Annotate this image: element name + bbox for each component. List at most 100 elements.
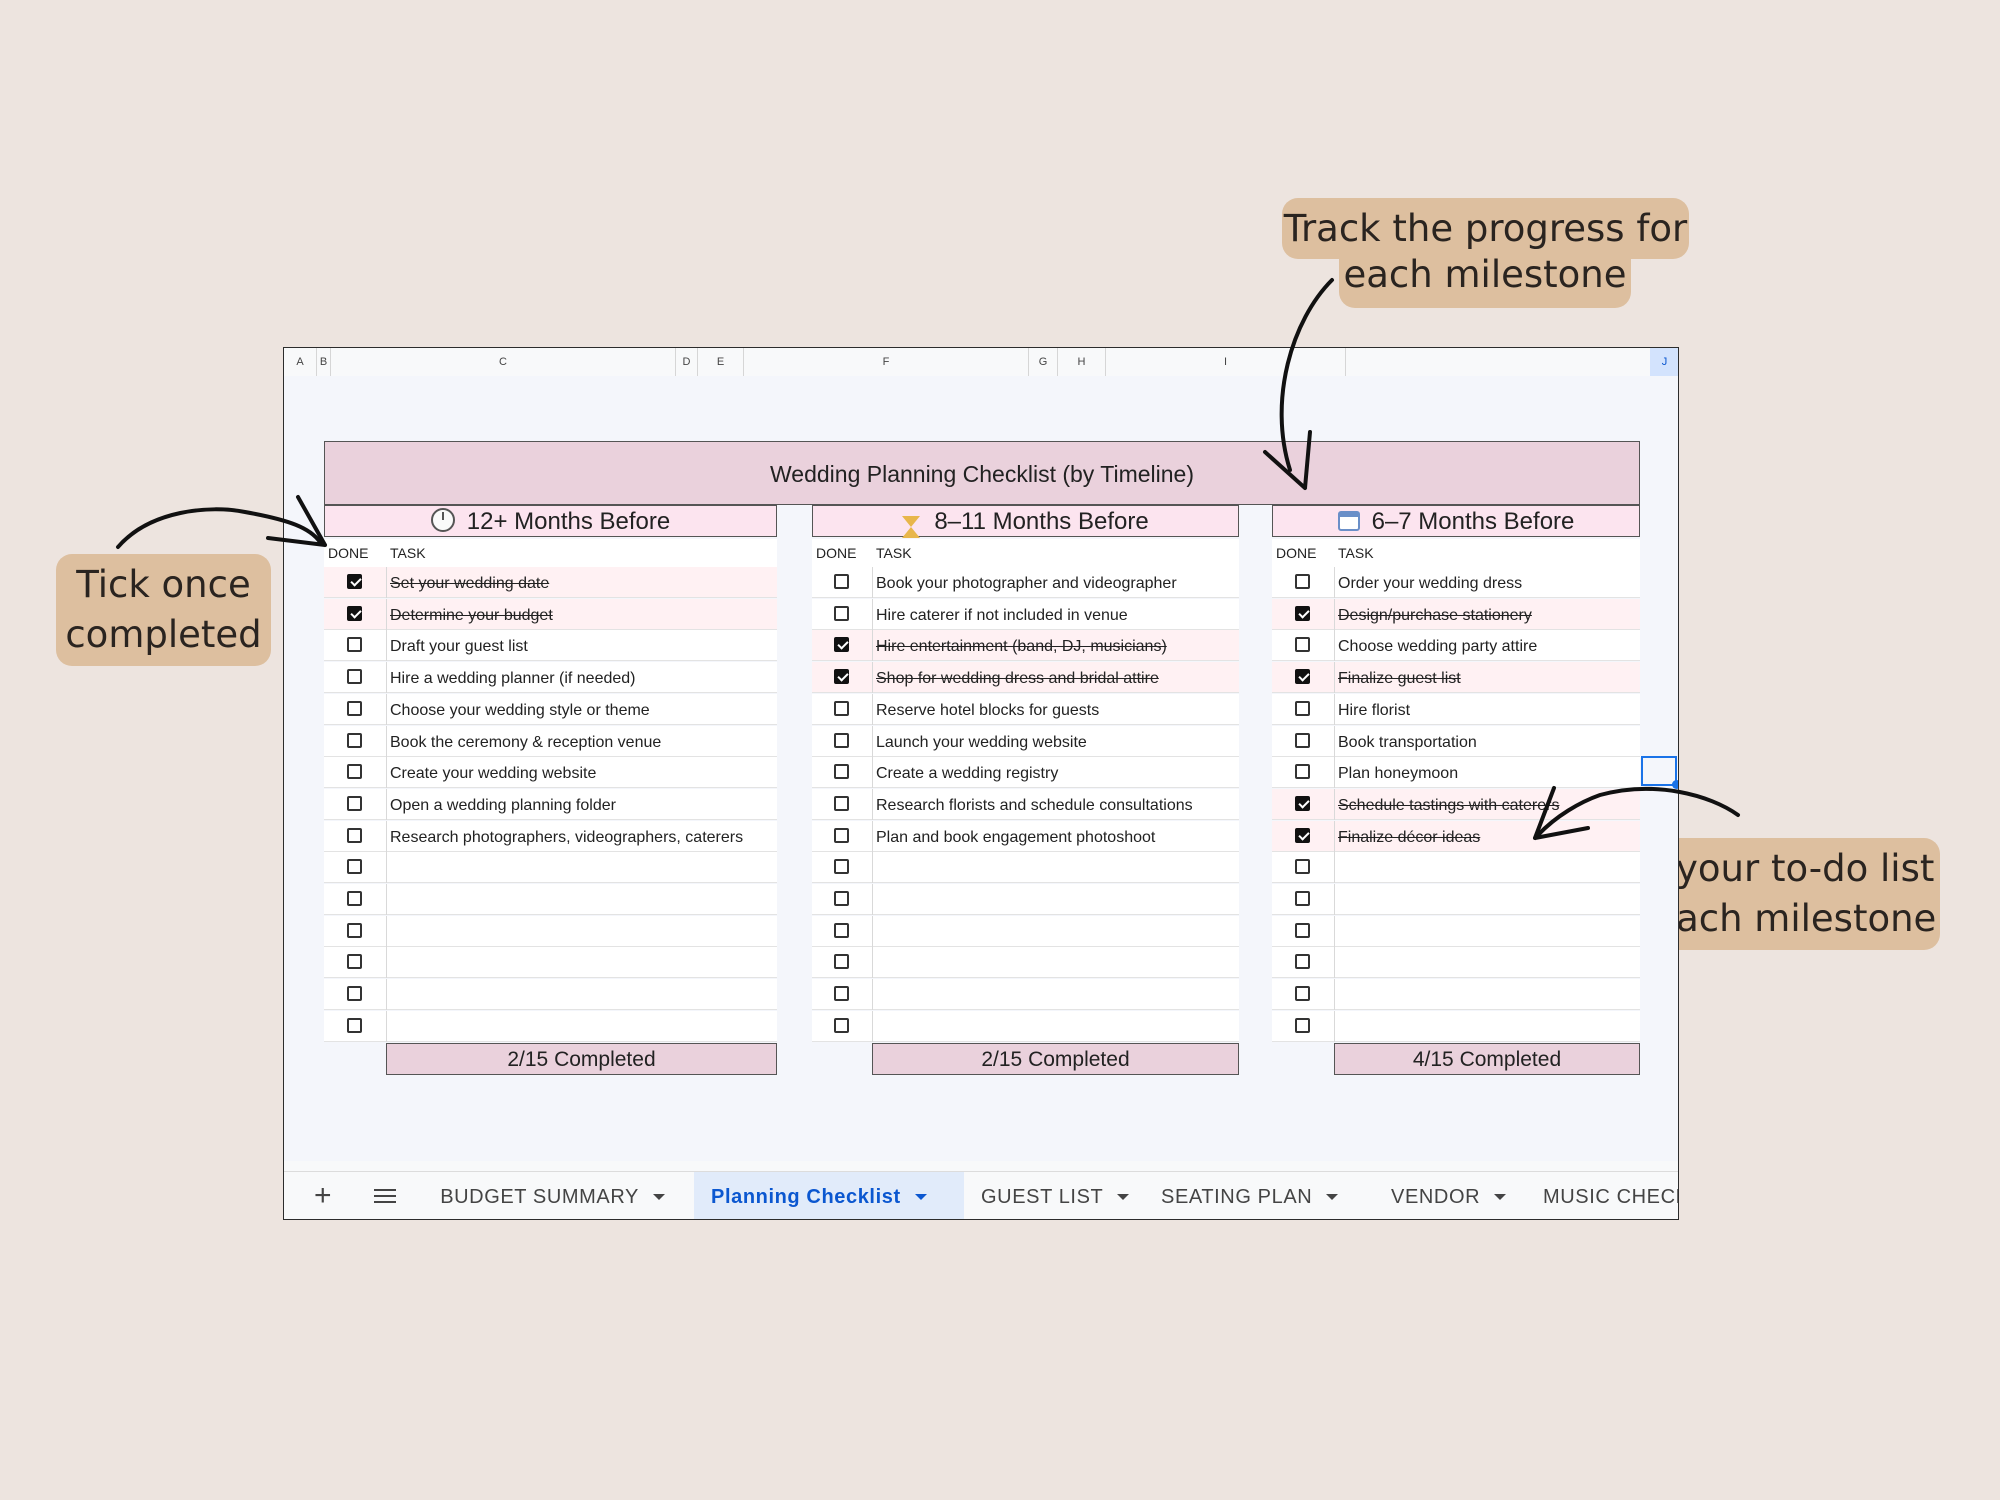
column-header-c[interactable]: C bbox=[331, 348, 676, 376]
task-cell[interactable]: Hire a wedding planner (if needed) bbox=[386, 662, 777, 693]
done-checkbox[interactable] bbox=[347, 764, 362, 780]
task-cell[interactable]: Finalize décor ideas bbox=[1334, 821, 1640, 852]
task-cell[interactable]: Order your wedding dress bbox=[1334, 567, 1640, 598]
done-checkbox[interactable] bbox=[1295, 859, 1310, 875]
tab-dropdown-icon[interactable] bbox=[1326, 1194, 1339, 1200]
done-checkbox[interactable] bbox=[834, 1017, 849, 1033]
task-cell[interactable]: Hire entertainment (band, DJ, musicians) bbox=[872, 630, 1239, 661]
done-checkbox[interactable] bbox=[347, 891, 362, 906]
task-cell[interactable] bbox=[872, 1011, 1239, 1042]
task-cell[interactable] bbox=[386, 852, 777, 883]
task-cell[interactable] bbox=[1334, 947, 1640, 978]
task-cell[interactable]: Shop for wedding dress and bridal attire bbox=[872, 662, 1239, 693]
sheet-tab[interactable]: Planning Checklist bbox=[694, 1172, 964, 1219]
task-cell[interactable] bbox=[386, 979, 777, 1010]
done-checkbox[interactable] bbox=[1295, 605, 1310, 621]
done-checkbox[interactable] bbox=[1295, 669, 1310, 685]
done-checkbox[interactable] bbox=[1295, 922, 1310, 938]
column-header-d[interactable]: D bbox=[676, 348, 698, 376]
done-checkbox[interactable] bbox=[347, 637, 362, 653]
task-cell[interactable]: Design/purchase stationery bbox=[1334, 599, 1640, 630]
task-cell[interactable] bbox=[872, 916, 1239, 947]
done-checkbox[interactable] bbox=[347, 1017, 362, 1033]
sheet-tab[interactable]: BUDGET SUMMARY bbox=[434, 1172, 689, 1219]
task-cell[interactable]: Research photographers, videographers, c… bbox=[386, 821, 777, 852]
done-checkbox[interactable] bbox=[834, 795, 849, 811]
done-checkbox[interactable] bbox=[1295, 732, 1310, 748]
task-cell[interactable] bbox=[872, 852, 1239, 883]
task-cell[interactable]: Book the ceremony & reception venue bbox=[386, 726, 777, 757]
column-header-h[interactable]: H bbox=[1058, 348, 1106, 376]
add-sheet-button[interactable]: + bbox=[314, 1172, 332, 1219]
task-cell[interactable] bbox=[386, 916, 777, 947]
done-checkbox[interactable] bbox=[1295, 954, 1310, 970]
tab-dropdown-icon[interactable] bbox=[1494, 1194, 1507, 1200]
task-cell[interactable]: Reserve hotel blocks for guests bbox=[872, 694, 1239, 725]
sheet-tab[interactable]: GUEST LIST bbox=[964, 1172, 1144, 1219]
column-header-f[interactable]: F bbox=[744, 348, 1029, 376]
all-sheets-menu-icon[interactable] bbox=[374, 1189, 396, 1205]
done-checkbox[interactable] bbox=[347, 954, 362, 970]
done-checkbox[interactable] bbox=[347, 827, 362, 843]
done-checkbox[interactable] bbox=[834, 637, 849, 653]
done-checkbox[interactable] bbox=[347, 605, 362, 621]
done-checkbox[interactable] bbox=[834, 605, 849, 621]
task-cell[interactable] bbox=[1334, 852, 1640, 883]
done-checkbox[interactable] bbox=[1295, 986, 1310, 1002]
task-cell[interactable] bbox=[1334, 916, 1640, 947]
task-cell[interactable] bbox=[872, 884, 1239, 915]
task-cell[interactable] bbox=[386, 1011, 777, 1042]
done-checkbox[interactable] bbox=[834, 764, 849, 780]
task-cell[interactable]: Create a wedding registry bbox=[872, 757, 1239, 788]
task-cell[interactable]: Choose your wedding style or theme bbox=[386, 694, 777, 725]
done-checkbox[interactable] bbox=[1295, 1017, 1310, 1033]
done-checkbox[interactable] bbox=[1295, 891, 1310, 906]
task-cell[interactable] bbox=[1334, 979, 1640, 1010]
done-checkbox[interactable] bbox=[1295, 700, 1310, 716]
column-header-e[interactable]: E bbox=[698, 348, 744, 376]
done-checkbox[interactable] bbox=[1295, 637, 1310, 653]
done-checkbox[interactable] bbox=[1295, 795, 1310, 811]
task-cell[interactable]: Create your wedding website bbox=[386, 757, 777, 788]
task-cell[interactable] bbox=[872, 947, 1239, 978]
done-checkbox[interactable] bbox=[834, 922, 849, 938]
done-checkbox[interactable] bbox=[834, 954, 849, 970]
done-checkbox[interactable] bbox=[347, 795, 362, 811]
task-cell[interactable]: Choose wedding party attire bbox=[1334, 630, 1640, 661]
done-checkbox[interactable] bbox=[834, 574, 849, 589]
task-cell[interactable] bbox=[386, 947, 777, 978]
task-cell[interactable]: Set your wedding date bbox=[386, 567, 777, 598]
done-checkbox[interactable] bbox=[834, 732, 849, 748]
column-header-g[interactable]: G bbox=[1029, 348, 1058, 376]
column-header-b[interactable]: B bbox=[317, 348, 331, 376]
task-cell[interactable]: Book your photographer and videographer bbox=[872, 567, 1239, 598]
done-checkbox[interactable] bbox=[1295, 764, 1310, 780]
sheet-tab[interactable]: MUSIC CHECKLI bbox=[1526, 1172, 1678, 1219]
task-cell[interactable]: Plan honeymoon bbox=[1334, 757, 1640, 788]
task-cell[interactable]: Launch your wedding website bbox=[872, 726, 1239, 757]
task-cell[interactable]: Book transportation bbox=[1334, 726, 1640, 757]
column-header-j[interactable]: J bbox=[1650, 348, 1678, 376]
task-cell[interactable]: Plan and book engagement photoshoot bbox=[872, 821, 1239, 852]
column-header-a[interactable]: A bbox=[284, 348, 317, 376]
task-cell[interactable]: Open a wedding planning folder bbox=[386, 789, 777, 820]
task-cell[interactable]: Finalize guest list bbox=[1334, 662, 1640, 693]
task-cell[interactable]: Schedule tastings with caterers bbox=[1334, 789, 1640, 820]
sheet-tab[interactable]: SEATING PLAN bbox=[1144, 1172, 1374, 1219]
task-cell[interactable]: Hire caterer if not included in venue bbox=[872, 599, 1239, 630]
sheet-grid[interactable]: Wedding Planning Checklist (by Timeline)… bbox=[284, 376, 1678, 1161]
task-cell[interactable] bbox=[872, 979, 1239, 1010]
done-checkbox[interactable] bbox=[347, 859, 362, 875]
task-cell[interactable] bbox=[386, 884, 777, 915]
done-checkbox[interactable] bbox=[347, 700, 362, 716]
task-cell[interactable] bbox=[1334, 1011, 1640, 1042]
task-cell[interactable]: Draft your guest list bbox=[386, 630, 777, 661]
done-checkbox[interactable] bbox=[834, 700, 849, 716]
done-checkbox[interactable] bbox=[347, 574, 362, 589]
fill-handle[interactable] bbox=[1672, 780, 1678, 789]
tab-dropdown-icon[interactable] bbox=[1117, 1194, 1130, 1200]
column-header-i[interactable]: I bbox=[1106, 348, 1346, 376]
done-checkbox[interactable] bbox=[347, 922, 362, 938]
tab-dropdown-icon[interactable] bbox=[914, 1194, 927, 1200]
done-checkbox[interactable] bbox=[834, 891, 849, 906]
